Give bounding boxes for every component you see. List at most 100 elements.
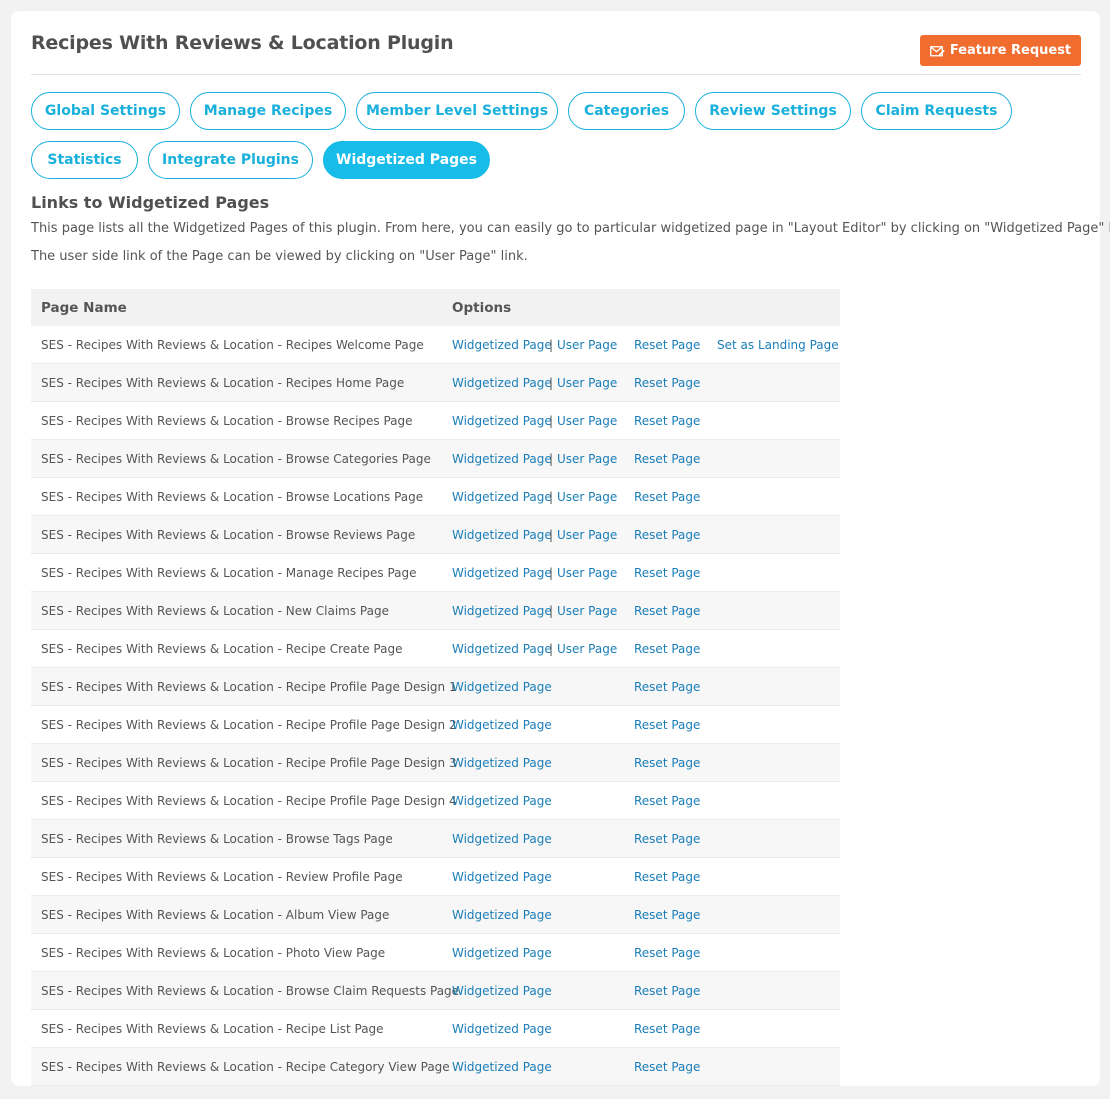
tab-statistics[interactable]: Statistics: [31, 141, 138, 179]
reset-page-link[interactable]: Reset Page: [634, 604, 700, 618]
widgetized-page-link[interactable]: Widgetized Page: [452, 528, 552, 542]
options-cell: Widgetized Page | User Page Reset Page: [442, 439, 840, 478]
widgetized-page-link[interactable]: Widgetized Page: [452, 452, 552, 466]
tab-integrate-plugins[interactable]: Integrate Plugins: [148, 141, 313, 179]
table-row: SES - Recipes With Reviews & Location - …: [31, 819, 840, 858]
options-cell: Widgetized Page | User Page Reset Page: [442, 363, 840, 402]
reset-page-link[interactable]: Reset Page: [634, 718, 700, 732]
reset-page-link[interactable]: Reset Page: [634, 832, 700, 846]
options-cell: Widgetized Page Reset Page: [442, 1009, 840, 1048]
reset-page-link[interactable]: Reset Page: [634, 452, 700, 466]
reset-page-link[interactable]: Reset Page: [634, 1060, 700, 1074]
link-separator: |: [549, 527, 554, 542]
options-cell: Widgetized Page | User Page Reset Page: [442, 401, 840, 440]
reset-page-link[interactable]: Reset Page: [634, 566, 700, 580]
table-row: SES - Recipes With Reviews & Location - …: [31, 629, 840, 668]
table-row: SES - Recipes With Reviews & Location - …: [31, 933, 840, 972]
table-header-row: Page Name Options: [31, 289, 840, 326]
tab-claim-requests[interactable]: Claim Requests: [861, 92, 1012, 130]
widgetized-pages-table: Page Name Options SES - Recipes With Rev…: [31, 289, 840, 1086]
link-separator: |: [549, 337, 554, 352]
user-page-link[interactable]: User Page: [557, 376, 617, 390]
link-separator: |: [549, 489, 554, 504]
widgetized-page-link[interactable]: Widgetized Page: [452, 718, 552, 732]
table-row: SES - Recipes With Reviews & Location - …: [31, 515, 840, 554]
envelope-edit-icon: [929, 45, 945, 57]
widgetized-page-link[interactable]: Widgetized Page: [452, 566, 552, 580]
tab-review-settings[interactable]: Review Settings: [695, 92, 851, 130]
user-page-link[interactable]: User Page: [557, 414, 617, 428]
widgetized-page-link[interactable]: Widgetized Page: [452, 490, 552, 504]
page-name-cell: SES - Recipes With Reviews & Location - …: [31, 439, 442, 478]
reset-page-link[interactable]: Reset Page: [634, 528, 700, 542]
feature-request-button[interactable]: Feature Request: [920, 35, 1081, 66]
page-name-cell: SES - Recipes With Reviews & Location - …: [31, 781, 457, 820]
reset-page-link[interactable]: Reset Page: [634, 1022, 700, 1036]
widgetized-page-link[interactable]: Widgetized Page: [452, 414, 552, 428]
page-name-cell: SES - Recipes With Reviews & Location - …: [31, 819, 442, 858]
table-row: SES - Recipes With Reviews & Location - …: [31, 363, 840, 402]
widgetized-page-link[interactable]: Widgetized Page: [452, 756, 552, 770]
page-name-cell: SES - Recipes With Reviews & Location - …: [31, 591, 442, 630]
user-page-link[interactable]: User Page: [557, 338, 617, 352]
user-page-link[interactable]: User Page: [557, 566, 617, 580]
user-page-link[interactable]: User Page: [557, 452, 617, 466]
user-page-link[interactable]: User Page: [557, 604, 617, 618]
reset-page-link[interactable]: Reset Page: [634, 908, 700, 922]
reset-page-link[interactable]: Reset Page: [634, 338, 700, 352]
section-description: This page lists all the Widgetized Pages…: [31, 221, 1110, 236]
widgetized-page-link[interactable]: Widgetized Page: [452, 1060, 552, 1074]
table-row: SES - Recipes With Reviews & Location - …: [31, 781, 840, 820]
widgetized-page-link[interactable]: Widgetized Page: [452, 870, 552, 884]
widgetized-page-link[interactable]: Widgetized Page: [452, 908, 552, 922]
table-row: SES - Recipes With Reviews & Location - …: [31, 1047, 840, 1086]
page-name-cell: SES - Recipes With Reviews & Location - …: [31, 667, 457, 706]
tab-widgetized-pages[interactable]: Widgetized Pages: [323, 141, 490, 179]
reset-page-link[interactable]: Reset Page: [634, 490, 700, 504]
tab-categories[interactable]: Categories: [568, 92, 685, 130]
widgetized-page-link[interactable]: Widgetized Page: [452, 832, 552, 846]
page-name-cell: SES - Recipes With Reviews & Location - …: [31, 933, 442, 972]
page-name-cell: SES - Recipes With Reviews & Location - …: [31, 363, 442, 402]
table-row: SES - Recipes With Reviews & Location - …: [31, 326, 840, 364]
widgetized-page-link[interactable]: Widgetized Page: [452, 338, 552, 352]
reset-page-link[interactable]: Reset Page: [634, 870, 700, 884]
table-row: SES - Recipes With Reviews & Location - …: [31, 591, 840, 630]
main-panel: Recipes With Reviews & Location Plugin F…: [11, 11, 1110, 1086]
user-page-link[interactable]: User Page: [557, 528, 617, 542]
reset-page-link[interactable]: Reset Page: [634, 946, 700, 960]
reset-page-link[interactable]: Reset Page: [634, 756, 700, 770]
widgetized-page-link[interactable]: Widgetized Page: [452, 984, 552, 998]
widgetized-page-link[interactable]: Widgetized Page: [452, 794, 552, 808]
user-page-link[interactable]: User Page: [557, 490, 617, 504]
link-separator: |: [549, 565, 554, 580]
widgetized-page-link[interactable]: Widgetized Page: [452, 642, 552, 656]
section-title: Links to Widgetized Pages: [31, 193, 270, 212]
user-page-link[interactable]: User Page: [557, 642, 617, 656]
reset-page-link[interactable]: Reset Page: [634, 984, 700, 998]
set-landing-page-link[interactable]: Set as Landing Page: [717, 338, 839, 352]
table-row: SES - Recipes With Reviews & Location - …: [31, 439, 840, 478]
reset-page-link[interactable]: Reset Page: [634, 794, 700, 808]
widgetized-page-link[interactable]: Widgetized Page: [452, 376, 552, 390]
options-cell: Widgetized Page Reset Page: [442, 895, 840, 934]
page-name-cell: SES - Recipes With Reviews & Location - …: [31, 857, 442, 896]
widgetized-page-link[interactable]: Widgetized Page: [452, 604, 552, 618]
header-divider: [31, 74, 1081, 75]
reset-page-link[interactable]: Reset Page: [634, 642, 700, 656]
options-cell: Widgetized Page Reset Page: [442, 857, 840, 896]
reset-page-link[interactable]: Reset Page: [634, 376, 700, 390]
widgetized-page-link[interactable]: Widgetized Page: [452, 1022, 552, 1036]
tab-manage-recipes[interactable]: Manage Recipes: [190, 92, 346, 130]
reset-page-link[interactable]: Reset Page: [634, 680, 700, 694]
table-row: SES - Recipes With Reviews & Location - …: [31, 705, 840, 744]
tab-global-settings[interactable]: Global Settings: [31, 92, 180, 130]
page-name-cell: SES - Recipes With Reviews & Location - …: [31, 401, 442, 440]
reset-page-link[interactable]: Reset Page: [634, 414, 700, 428]
options-cell: Widgetized Page | User Page Reset Page: [442, 629, 840, 668]
widgetized-page-link[interactable]: Widgetized Page: [452, 946, 552, 960]
tab-member-level-settings[interactable]: Member Level Settings: [356, 92, 558, 130]
widgetized-page-link[interactable]: Widgetized Page: [452, 680, 552, 694]
page-name-cell: SES - Recipes With Reviews & Location - …: [31, 743, 457, 782]
options-cell: Widgetized Page Reset Page: [442, 1047, 840, 1086]
